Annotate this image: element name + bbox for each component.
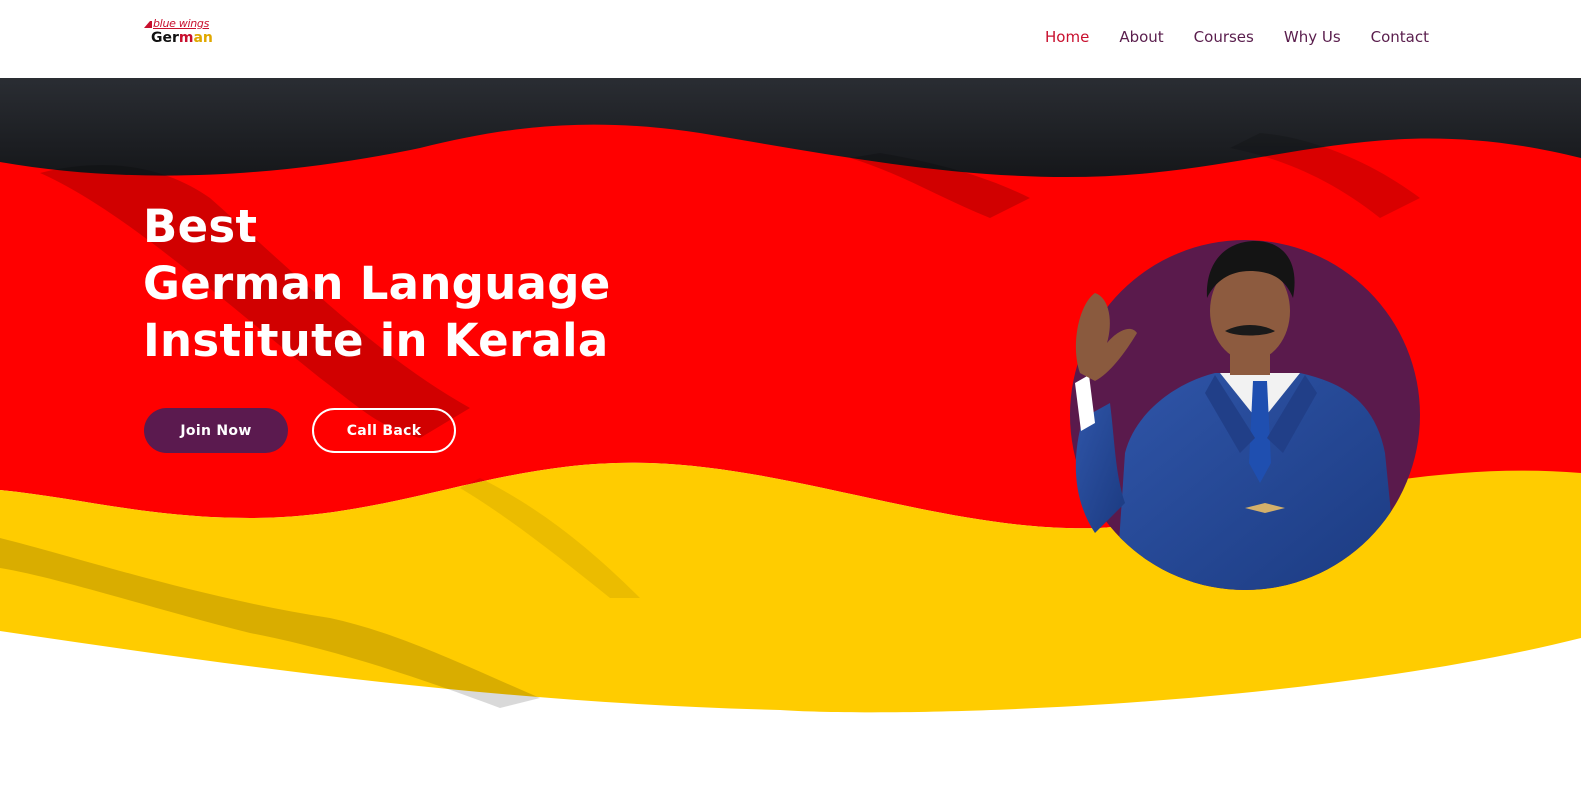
nav-item-home[interactable]: Home [1045, 28, 1089, 46]
instructor-portrait [1070, 240, 1420, 590]
hero-headline: Best German Language Institute in Kerala [143, 198, 611, 369]
join-now-button[interactable]: Join Now [144, 408, 288, 453]
brand-logo[interactable]: blue wings German [144, 16, 222, 48]
nav-item-courses[interactable]: Courses [1194, 28, 1254, 46]
headline-line-1: Best [143, 200, 258, 253]
call-back-button[interactable]: Call Back [312, 408, 456, 453]
logo-wordmark-top: blue wings [144, 17, 209, 30]
headline-line-2: German Language [143, 257, 611, 310]
main-nav: Home About Courses Why Us Contact [1045, 28, 1429, 46]
wing-icon [144, 20, 152, 28]
hero-section: Best German Language Institute in Kerala… [0, 78, 1581, 800]
headline-line-3: Institute in Kerala [143, 314, 609, 367]
logo-wordmark-bottom: German [151, 30, 213, 46]
nav-item-why-us[interactable]: Why Us [1284, 28, 1341, 46]
nav-item-about[interactable]: About [1119, 28, 1163, 46]
site-header: blue wings German Home About Courses Why… [0, 0, 1581, 78]
nav-item-contact[interactable]: Contact [1371, 28, 1429, 46]
